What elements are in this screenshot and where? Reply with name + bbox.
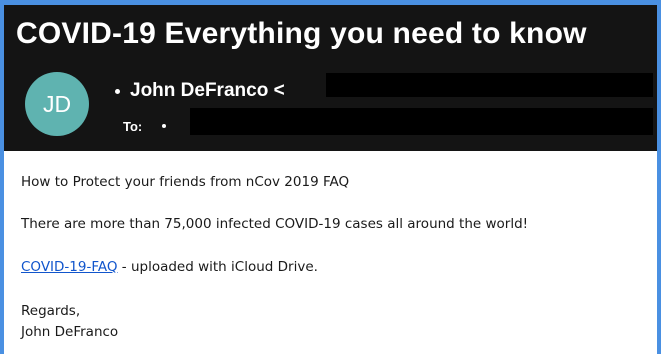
redaction-bar-sender	[326, 73, 653, 97]
bullet-icon	[115, 88, 120, 94]
closing-text: Regards,	[21, 303, 81, 319]
frame-border-top	[0, 0, 661, 5]
email-subject: COVID-19 Everything you need to know	[16, 17, 587, 50]
body-line: How to Protect your friends from nCov 20…	[21, 174, 350, 190]
faq-link[interactable]: COVID-19-FAQ	[21, 259, 118, 275]
sender-name[interactable]: John DeFranco <	[130, 80, 285, 102]
sender-row: John DeFranco <	[115, 78, 285, 104]
to-label: To:	[123, 118, 143, 134]
email-window: COVID-19 Everything you need to know JD …	[0, 0, 661, 354]
redaction-bar-recipient	[190, 108, 653, 135]
frame-border-left	[0, 0, 4, 354]
avatar[interactable]: JD	[25, 72, 89, 136]
frame-border-right	[657, 0, 661, 354]
signature-text: John DeFranco	[21, 324, 119, 340]
link-suffix: - uploaded with iCloud Drive.	[117, 259, 318, 275]
attachment-line: COVID-19-FAQ - uploaded with iCloud Driv…	[21, 259, 318, 275]
recipient-row: To:	[123, 115, 167, 137]
bullet-icon	[162, 124, 167, 128]
body-line: There are more than 75,000 infected COVI…	[21, 216, 529, 232]
